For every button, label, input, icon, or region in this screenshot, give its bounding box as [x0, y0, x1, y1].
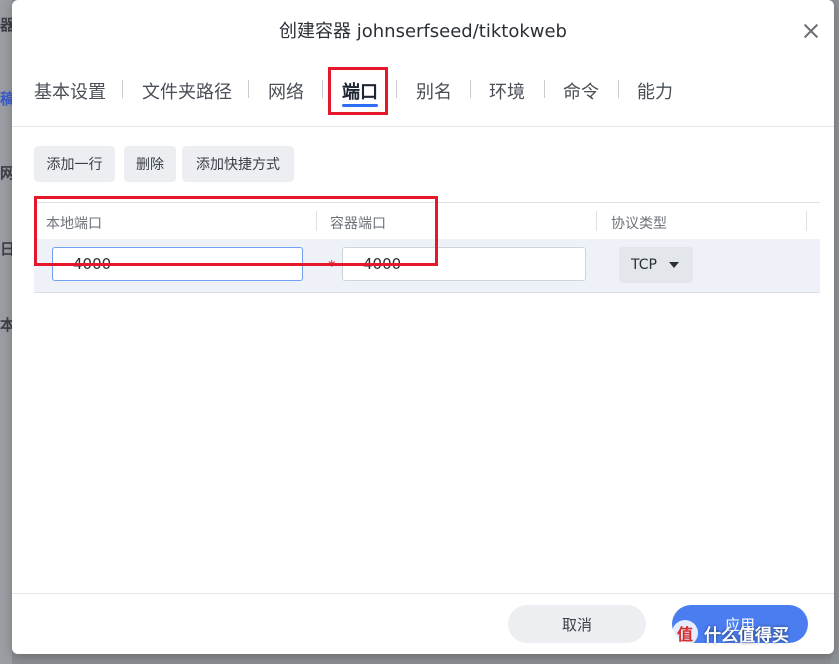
column-header-protocol: 协议类型 — [611, 216, 667, 232]
tab-capabilities[interactable]: 能力 — [637, 78, 673, 104]
watermark-logo-icon: 值 — [672, 620, 698, 646]
watermark-text: 什么值得买 — [704, 625, 789, 646]
protocol-value: TCP — [631, 257, 657, 273]
tab-divider — [618, 80, 619, 98]
tab-bar: 基本设置 文件夹路径 网络 端口 别名 环境 命令 能力 — [12, 60, 834, 127]
tab-divider — [544, 80, 545, 98]
highlight-box-ports — [34, 196, 438, 266]
tab-folder-paths[interactable]: 文件夹路径 — [142, 78, 232, 104]
cancel-button[interactable]: 取消 — [508, 605, 646, 643]
highlight-box-ports-tab — [328, 67, 388, 115]
create-container-dialog: 创建容器 johnserfseed/tiktokweb 基本设置 文件夹路径 网… — [12, 0, 834, 654]
dialog-header: 创建容器 johnserfseed/tiktokweb — [12, 0, 834, 60]
tab-basic-settings[interactable]: 基本设置 — [34, 78, 106, 104]
dialog-title: 创建容器 johnserfseed/tiktokweb — [279, 21, 567, 42]
delete-button[interactable]: 删除 — [124, 146, 176, 182]
close-icon[interactable] — [802, 22, 820, 40]
tab-divider — [322, 80, 323, 98]
tab-command[interactable]: 命令 — [563, 78, 599, 104]
tab-divider — [396, 80, 397, 98]
watermark: 值 什么值得买 — [672, 620, 789, 646]
add-shortcut-button[interactable]: 添加快捷方式 — [182, 146, 294, 182]
tab-divider — [470, 80, 471, 98]
tab-aliases[interactable]: 别名 — [416, 78, 452, 104]
tab-divider — [122, 80, 123, 98]
add-row-button[interactable]: 添加一行 — [34, 146, 115, 182]
column-divider — [806, 211, 807, 231]
tab-environment[interactable]: 环境 — [489, 78, 525, 104]
tab-network[interactable]: 网络 — [268, 78, 304, 104]
protocol-select[interactable]: TCP — [619, 247, 693, 283]
background-page-left: 器 稿 网 日 本 — [0, 0, 15, 664]
tab-divider — [248, 80, 249, 98]
caret-down-icon — [669, 262, 679, 268]
column-divider — [596, 211, 597, 231]
